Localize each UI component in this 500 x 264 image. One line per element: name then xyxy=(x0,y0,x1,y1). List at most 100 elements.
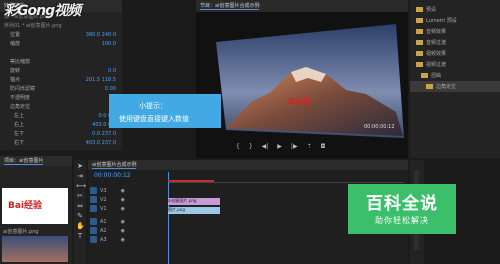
effects-list-item[interactable]: 音频效果 xyxy=(410,26,500,37)
tab-timeline[interactable]: ai创意图片合成示例 xyxy=(92,161,137,169)
lift-icon[interactable]: ⇡ xyxy=(307,144,312,150)
project-filename: ai创意图片.png xyxy=(3,229,39,235)
play-icon[interactable]: ▶ xyxy=(277,144,282,150)
effect-control-label: 防闪烁滤镜 xyxy=(10,86,36,92)
effect-control-value[interactable]: 403.0 237.0 xyxy=(86,140,116,146)
track-target-button[interactable] xyxy=(90,218,97,225)
effect-control-row[interactable]: 不透明度 xyxy=(0,93,122,102)
effect-control-row[interactable]: 左下 0.0 237.0 xyxy=(0,129,122,138)
program-monitor: 节目：ai创意图片合成示例 Bai度 00:00:00:12 { } ◀| ▶ … xyxy=(196,0,408,158)
track-name: V1 xyxy=(100,205,107,212)
program-transport: { } ◀| ▶ |▶ ⇡ ◘ xyxy=(236,144,325,150)
program-tabbar: 节目：ai创意图片合成示例 xyxy=(196,0,408,12)
track-toggle-icon[interactable]: ◉ xyxy=(121,188,125,194)
project-thumbnail-2[interactable] xyxy=(2,236,68,262)
razor-tool-icon[interactable]: ✂ xyxy=(76,192,84,200)
effect-controls-rows: 位置 360.0 240.0 缩放 100.0 等比缩放旋转 0.0 锚点 201.5 118… xyxy=(0,30,122,147)
tab-project[interactable]: 项目：ai创意图片 xyxy=(4,157,44,165)
effects-list-label: 预设 xyxy=(426,7,437,13)
effect-control-row[interactable]: 等比缩放 xyxy=(0,57,122,66)
mark-in-icon[interactable]: { xyxy=(236,144,240,150)
track-select-tool-icon[interactable]: ⇥ xyxy=(76,172,84,180)
effect-control-row[interactable]: 右下 403.0 237.0 xyxy=(0,138,122,147)
track-target-button[interactable] xyxy=(90,187,97,194)
track-toggle-icon[interactable]: ◉ xyxy=(121,197,125,203)
timeline-timecode[interactable]: 00:00:00:12 xyxy=(94,172,131,179)
hint-title: 小提示： xyxy=(139,102,167,110)
work-area-bar[interactable] xyxy=(168,180,214,182)
effects-list-item[interactable]: 视频过渡 xyxy=(410,59,500,70)
export-frame-icon[interactable]: ◘ xyxy=(321,144,326,150)
clip-v1[interactable]: 图片.png xyxy=(168,207,220,214)
project-thumbnail[interactable]: Bai经验 xyxy=(2,188,68,224)
track-target-button[interactable] xyxy=(90,205,97,212)
effect-control-label: 边角定位 xyxy=(10,104,31,110)
effect-control-label: 缩放 xyxy=(10,41,21,47)
step-forward-icon[interactable]: |▶ xyxy=(291,144,298,150)
brand-subtitle: 助你轻松解决 xyxy=(375,216,429,225)
effect-control-row[interactable]: 右上 403.0 0.0 xyxy=(0,120,122,129)
folder-icon xyxy=(416,7,423,12)
track-toggle-icon[interactable]: ◉ xyxy=(121,219,125,225)
playhead[interactable] xyxy=(168,172,169,264)
effect-control-value[interactable]: 0.0 237.0 xyxy=(92,131,116,137)
folder-icon xyxy=(421,73,428,78)
clip-v1-label: 图片.png xyxy=(168,207,185,212)
track-toggle-icon[interactable]: ◉ xyxy=(121,237,125,243)
effect-control-row[interactable]: 旋转 0.0 xyxy=(0,66,122,75)
pen-tool-icon[interactable]: ✎ xyxy=(76,212,84,220)
clip-v2[interactable]: ai创意图片.png xyxy=(168,198,220,205)
effects-list-item[interactable]: Lumetri 预设 xyxy=(410,15,500,26)
effect-control-value[interactable]: 360.0 240.0 xyxy=(86,32,116,38)
folder-icon xyxy=(416,40,423,45)
effect-control-row[interactable]: 左上 0.0 0.0 xyxy=(0,111,122,120)
effect-control-row[interactable]: 防闪烁滤镜 0.00 xyxy=(0,84,122,93)
hint-box: 小提示： 使用键盘直接键入数值 xyxy=(109,94,221,128)
track-header[interactable]: A2 ◉ xyxy=(90,226,166,235)
tab-program[interactable]: 节目：ai创意图片合成示例 xyxy=(200,2,260,10)
effects-list-item[interactable]: 边角定位 xyxy=(410,81,500,92)
effects-list-item[interactable]: 音频过渡 xyxy=(410,37,500,48)
folder-icon xyxy=(416,62,423,67)
project-tabbar: 项目：ai创意图片 xyxy=(0,156,72,166)
effect-control-row[interactable]: 锚点 201.5 118.5 xyxy=(0,75,122,84)
effect-control-row[interactable]: 边角定位 xyxy=(0,102,122,111)
track-header[interactable]: V3 ◉ xyxy=(90,186,166,195)
track-header[interactable]: A3 ◉ xyxy=(90,235,166,244)
effect-control-row[interactable]: 缩放 100.0 xyxy=(0,39,122,48)
effects-list-label: 视频效果 xyxy=(426,51,447,57)
effect-control-row[interactable]: 位置 360.0 240.0 xyxy=(0,30,122,39)
track-header[interactable]: V2 ◉ xyxy=(90,195,166,204)
effects-list-label: 边角定位 xyxy=(436,84,457,90)
project-panel: 项目：ai创意图片 Bai经验 ai创意图片.png xyxy=(0,156,72,264)
effect-control-value[interactable]: 0.0 xyxy=(108,68,116,74)
effects-list-item[interactable]: 视频效果 xyxy=(410,48,500,59)
effect-control-value[interactable]: 100.0 xyxy=(102,41,116,47)
step-back-icon[interactable]: ◀| xyxy=(262,144,269,150)
effects-list-item[interactable]: 扭曲 xyxy=(410,70,500,81)
hand-tool-icon[interactable]: ✋ xyxy=(76,222,85,230)
folder-icon xyxy=(416,51,423,56)
folder-icon xyxy=(416,18,423,23)
program-timecode: 00:00:00:12 xyxy=(364,124,395,130)
selection-tool-icon[interactable]: ➤ xyxy=(76,162,84,170)
track-target-button[interactable] xyxy=(90,196,97,203)
effects-list-label: Lumetri 预设 xyxy=(426,18,457,24)
track-name: A3 xyxy=(100,236,107,243)
ripple-tool-icon[interactable]: ⟷ xyxy=(76,182,86,190)
mark-out-icon[interactable]: } xyxy=(249,144,253,150)
effect-control-value[interactable]: 0.00 xyxy=(105,86,116,92)
effects-list-label: 音频效果 xyxy=(426,29,447,35)
effect-control-value[interactable]: 201.5 118.5 xyxy=(86,77,116,83)
track-toggle-icon[interactable]: ◉ xyxy=(121,228,125,234)
track-header[interactable]: V1 ◉ xyxy=(90,204,166,213)
track-header[interactable]: A1 ◉ xyxy=(90,217,166,226)
track-toggle-icon[interactable]: ◉ xyxy=(121,206,125,212)
track-target-button[interactable] xyxy=(90,227,97,234)
effect-control-label: 旋转 xyxy=(10,68,21,74)
type-tool-icon[interactable]: T xyxy=(76,232,84,240)
track-target-button[interactable] xyxy=(90,236,97,243)
slip-tool-icon[interactable]: ⇔ xyxy=(76,202,84,210)
effects-list-item[interactable]: 预设 xyxy=(410,4,500,15)
effect-control-row[interactable] xyxy=(0,48,122,57)
